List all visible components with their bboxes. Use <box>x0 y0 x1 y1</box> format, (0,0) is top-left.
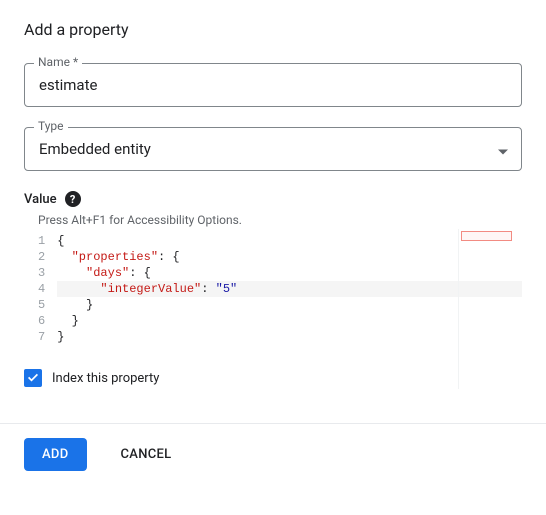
value-label-row: Value ? <box>24 191 522 207</box>
line-number: 3 <box>38 265 45 281</box>
value-label: Value <box>24 192 57 207</box>
line-number: 6 <box>38 313 45 329</box>
code-line[interactable]: } <box>57 313 522 329</box>
line-number: 1 <box>38 233 45 249</box>
line-number: 2 <box>38 249 45 265</box>
dialog-content: Name * Type Embedded entity Value ? Pres… <box>0 47 546 387</box>
check-icon <box>26 371 40 385</box>
code-line[interactable]: } <box>57 297 522 313</box>
code-line[interactable]: "days": { <box>57 265 522 281</box>
add-property-dialog: Add a property Name * Type Embedded enti… <box>0 0 546 485</box>
code-line[interactable]: "integerValue": "5" <box>57 281 522 297</box>
index-checkbox-label: Index this property <box>52 371 159 386</box>
dialog-actions: ADD CANCEL <box>0 423 546 485</box>
name-input[interactable] <box>24 63 522 107</box>
accessibility-hint: Press Alt+F1 for Accessibility Options. <box>38 213 522 227</box>
code-line[interactable]: { <box>57 233 522 249</box>
type-field-wrapper: Type Embedded entity <box>24 127 522 171</box>
line-number: 7 <box>38 329 45 345</box>
code-editor[interactable]: 1234567 { "properties": { "days": { "int… <box>24 229 522 349</box>
type-select[interactable]: Embedded entity <box>24 127 522 171</box>
index-checkbox-row[interactable]: Index this property <box>24 369 522 387</box>
cancel-button[interactable]: CANCEL <box>103 438 190 471</box>
code-lines[interactable]: { "properties": { "days": { "integerValu… <box>57 229 522 349</box>
code-gutter: 1234567 <box>24 229 57 349</box>
name-label: Name * <box>34 55 82 69</box>
type-label: Type <box>34 119 68 133</box>
name-field-wrapper: Name * <box>24 63 522 107</box>
index-checkbox[interactable] <box>24 369 42 387</box>
code-line[interactable]: "properties": { <box>57 249 522 265</box>
dialog-title: Add a property <box>0 0 546 47</box>
code-line[interactable]: } <box>57 329 522 345</box>
help-icon[interactable]: ? <box>65 191 81 207</box>
line-number: 4 <box>38 281 45 297</box>
add-button[interactable]: ADD <box>24 438 87 471</box>
line-number: 5 <box>38 297 45 313</box>
